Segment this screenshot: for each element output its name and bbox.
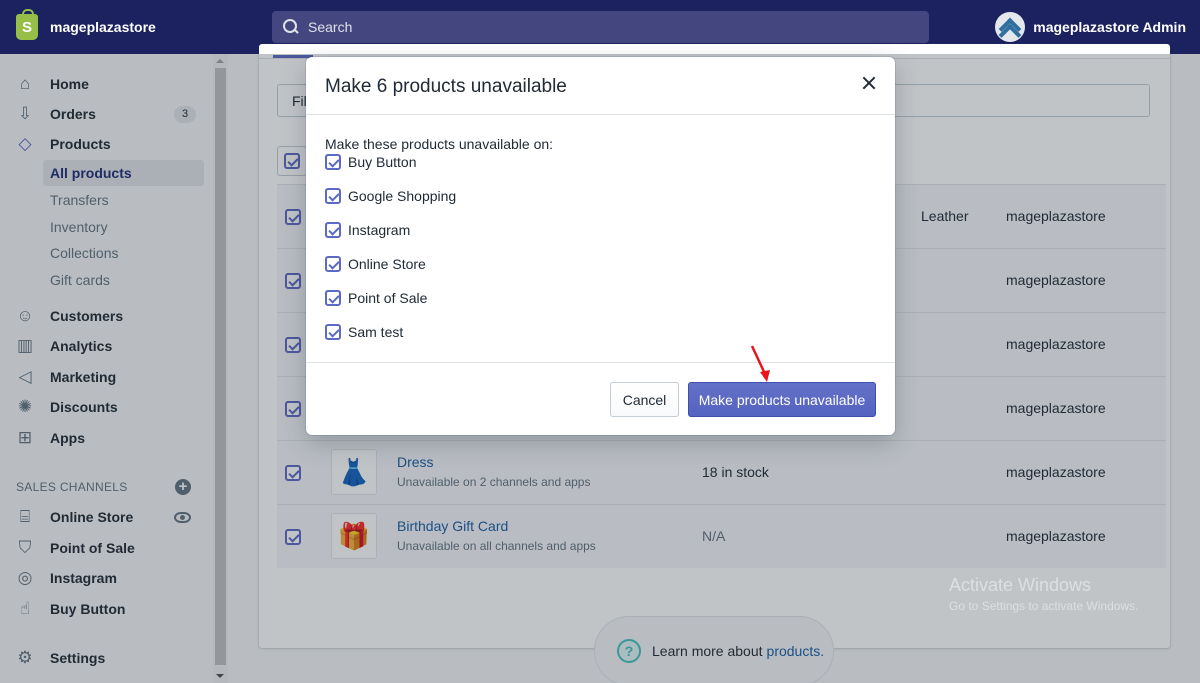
channel-checkbox-online-store[interactable]: Online Store: [325, 256, 426, 272]
channel-label: Sam test: [348, 324, 404, 340]
make-unavailable-modal: Make 6 products unavailable Make these p…: [306, 57, 895, 435]
checkbox-checked-icon[interactable]: [325, 256, 341, 272]
windows-activation-watermark: Activate Windows Go to Settings to activ…: [949, 575, 1138, 613]
modal-title: Make 6 products unavailable: [325, 76, 567, 97]
annotation-arrow-icon: [750, 345, 770, 382]
modal-intro: Make these products unavailable on:: [325, 136, 554, 152]
watermark-title: Activate Windows: [949, 575, 1092, 595]
make-unavailable-button[interactable]: Make products unavailable: [688, 382, 876, 417]
channel-label: Instagram: [348, 222, 411, 238]
search-icon: [282, 18, 300, 36]
channel-label: Online Store: [348, 256, 426, 272]
store-name: mageplazastore: [50, 19, 156, 35]
channel-checkbox-instagram[interactable]: Instagram: [325, 222, 410, 238]
channel-checkbox-google-shopping[interactable]: Google Shopping: [325, 188, 456, 204]
channel-label: Buy Button: [348, 154, 417, 170]
checkbox-checked-icon[interactable]: [325, 222, 341, 238]
modal-header: Make 6 products unavailable: [306, 57, 895, 115]
arrow-head: [760, 370, 770, 382]
channel-checkbox-sam-test[interactable]: Sam test: [325, 324, 403, 340]
account-name: mageplazastore Admin: [1033, 19, 1186, 35]
channel-checkbox-point-of-sale[interactable]: Point of Sale: [325, 290, 427, 306]
channel-label: Google Shopping: [348, 188, 457, 204]
search-bar[interactable]: [272, 11, 929, 43]
checkbox-checked-icon[interactable]: [325, 290, 341, 306]
arrow-shaft: [750, 345, 767, 375]
avatar: [995, 12, 1026, 42]
modal-body: Make these products unavailable on: Buy …: [325, 136, 554, 340]
channel-label: Point of Sale: [348, 290, 428, 306]
search-input[interactable]: [308, 19, 908, 35]
watermark-subtitle: Go to Settings to activate Windows.: [949, 599, 1139, 613]
close-icon[interactable]: [857, 71, 881, 95]
channel-checkbox-buy-button[interactable]: Buy Button: [325, 154, 417, 170]
modal-footer-divider: [306, 362, 895, 363]
checkbox-checked-icon[interactable]: [325, 154, 341, 170]
store-brand[interactable]: S mageplazastore: [16, 9, 272, 40]
cancel-button[interactable]: Cancel: [610, 382, 679, 417]
checkbox-checked-icon[interactable]: [325, 324, 341, 340]
checkbox-checked-icon[interactable]: [325, 188, 341, 204]
shopify-bag-icon: S: [16, 9, 38, 40]
